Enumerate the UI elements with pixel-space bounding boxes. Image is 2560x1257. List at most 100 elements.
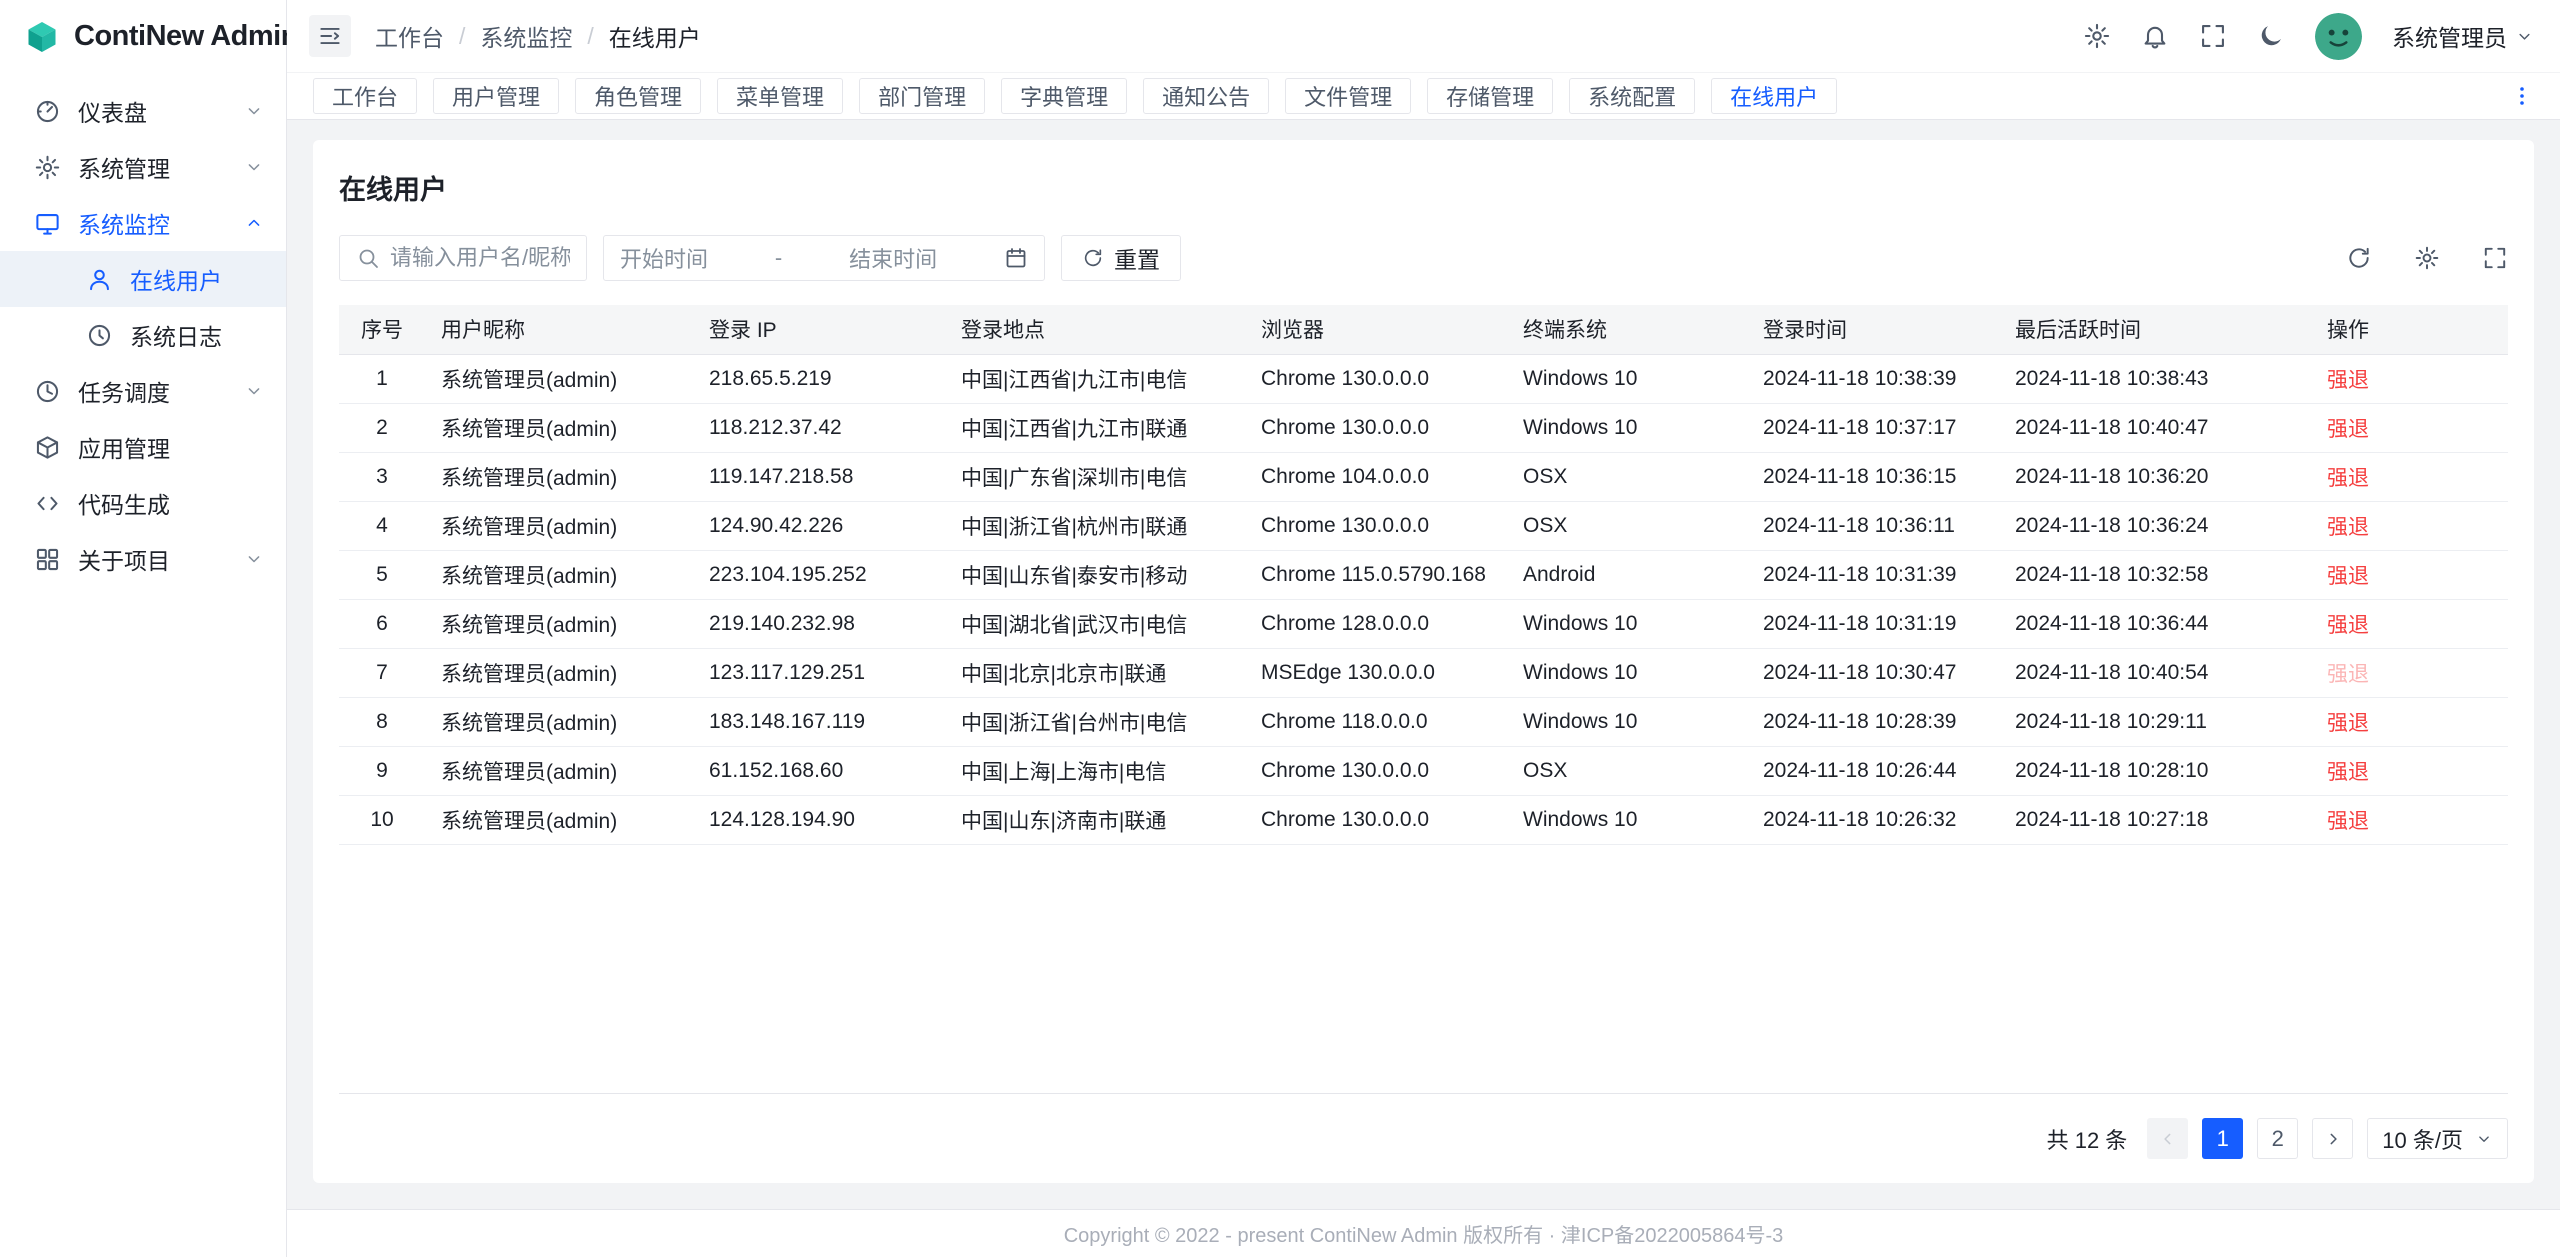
cell-browser: Chrome 130.0.0.0	[1245, 501, 1507, 550]
tab-actions-icon[interactable]	[2510, 84, 2534, 108]
cell-no: 9	[339, 746, 425, 795]
force-logout-link[interactable]: 强退	[2327, 369, 2369, 392]
cell-no: 8	[339, 697, 425, 746]
copyright-text: Copyright © 2022 - present ContiNew Admi…	[1064, 1219, 1784, 1248]
cell-browser: Chrome 104.0.0.0	[1245, 452, 1507, 501]
user-menu[interactable]: 系统管理员	[2392, 19, 2534, 53]
tab-item[interactable]: 菜单管理	[717, 78, 843, 114]
main-content: 在线用户 开始时间 - 结束时间 重置	[287, 120, 2560, 1209]
cell-no: 2	[339, 403, 425, 452]
cell-nickname: 系统管理员(admin)	[425, 452, 693, 501]
online-users-card: 在线用户 开始时间 - 结束时间 重置	[313, 140, 2534, 1183]
sidebar: ContiNew Admin 仪表盘 系统管理 系统监控 在线用户 系统日志 任	[0, 0, 287, 1257]
sidebar-item-about-project[interactable]: 关于项目	[0, 531, 286, 587]
cell-nickname: 系统管理员(admin)	[425, 795, 693, 844]
sidebar-item-system-monitor[interactable]: 系统监控	[0, 195, 286, 251]
cell-login-ip: 124.128.194.90	[693, 795, 945, 844]
force-logout-link[interactable]: 强退	[2327, 614, 2369, 637]
box-icon	[34, 434, 61, 461]
force-logout-link[interactable]: 强退	[2327, 712, 2369, 735]
sidebar-item-code-generation[interactable]: 代码生成	[0, 475, 286, 531]
cell-login-time: 2024-11-18 10:26:44	[1747, 746, 1999, 795]
tab-bar-list: 工作台 用户管理 角色管理 菜单管理 部门管理 字典管理 通知公告 文件管理 存…	[313, 78, 1837, 114]
breadcrumb-item[interactable]: 工作台	[375, 19, 444, 53]
sidebar-item-dashboard[interactable]: 仪表盘	[0, 83, 286, 139]
force-logout-link[interactable]: 强退	[2327, 810, 2369, 833]
notifications-bell-icon[interactable]	[2141, 22, 2169, 50]
force-logout-link[interactable]: 强退	[2327, 761, 2369, 784]
tab-item[interactable]: 角色管理	[575, 78, 701, 114]
table-row: 7 系统管理员(admin) 123.117.129.251 中国|北京|北京市…	[339, 648, 2508, 697]
tab-item[interactable]: 在线用户	[1711, 78, 1837, 114]
cell-os: OSX	[1507, 746, 1747, 795]
tab-item[interactable]: 字典管理	[1001, 78, 1127, 114]
user-avatar[interactable]	[2315, 13, 2362, 60]
page-size-select[interactable]: 10 条/页	[2367, 1118, 2508, 1159]
search-field[interactable]	[390, 245, 570, 271]
pagination-next-button[interactable]	[2312, 1118, 2353, 1159]
tab-item[interactable]: 系统配置	[1569, 78, 1695, 114]
force-logout-link[interactable]: 强退	[2327, 516, 2369, 539]
column-header: 操作	[2311, 305, 2508, 354]
tab-item[interactable]: 部门管理	[859, 78, 985, 114]
sidebar-item-app-management[interactable]: 应用管理	[0, 419, 286, 475]
chevron-down-icon	[244, 157, 264, 177]
brand[interactable]: ContiNew Admin	[0, 0, 286, 73]
force-logout-link[interactable]: 强退	[2327, 418, 2369, 441]
sidebar-item-task-scheduling[interactable]: 任务调度	[0, 363, 286, 419]
column-header: 终端系统	[1507, 305, 1747, 354]
breadcrumb-separator: /	[459, 23, 465, 50]
cell-action: 强退	[2311, 550, 2508, 599]
code-icon	[34, 490, 61, 517]
chevron-down-icon	[2475, 1130, 2493, 1148]
cell-browser: MSEdge 130.0.0.0	[1245, 648, 1507, 697]
cell-login-location: 中国|浙江省|台州市|电信	[945, 697, 1245, 746]
cell-last-active-time: 2024-11-18 10:40:54	[1999, 648, 2311, 697]
table-fullscreen-icon[interactable]	[2482, 245, 2508, 271]
settings-gear-icon[interactable]	[2083, 22, 2111, 50]
cell-os: Windows 10	[1507, 599, 1747, 648]
tab-item[interactable]: 文件管理	[1285, 78, 1411, 114]
cell-nickname: 系统管理员(admin)	[425, 648, 693, 697]
grid-icon	[34, 546, 61, 573]
fullscreen-icon[interactable]	[2199, 22, 2227, 50]
reset-button[interactable]: 重置	[1061, 235, 1181, 281]
sidebar-collapse-button[interactable]	[309, 15, 351, 57]
column-header: 用户昵称	[425, 305, 693, 354]
dark-mode-moon-icon[interactable]	[2257, 22, 2285, 50]
tab-label: 存储管理	[1446, 80, 1534, 112]
date-range-picker[interactable]: 开始时间 - 结束时间	[603, 235, 1045, 281]
sidebar-item-online-users[interactable]: 在线用户	[0, 251, 286, 307]
force-logout-link[interactable]: 强退	[2327, 467, 2369, 490]
cell-os: OSX	[1507, 501, 1747, 550]
tab-item[interactable]: 通知公告	[1143, 78, 1269, 114]
table-body: 1 系统管理员(admin) 218.65.5.219 中国|江西省|九江市|电…	[339, 354, 2508, 844]
force-logout-link[interactable]: 强退	[2327, 663, 2369, 686]
search-input[interactable]	[339, 235, 587, 281]
cell-no: 7	[339, 648, 425, 697]
cell-os: Windows 10	[1507, 697, 1747, 746]
refresh-icon	[1082, 247, 1104, 269]
cell-login-location: 中国|山东|济南市|联通	[945, 795, 1245, 844]
cell-login-location: 中国|山东省|泰安市|移动	[945, 550, 1245, 599]
tab-item[interactable]: 存储管理	[1427, 78, 1553, 114]
table-row: 9 系统管理员(admin) 61.152.168.60 中国|上海|上海市|电…	[339, 746, 2508, 795]
cell-login-ip: 183.148.167.119	[693, 697, 945, 746]
tab-label: 角色管理	[594, 80, 682, 112]
search-icon	[356, 246, 380, 270]
cell-login-time: 2024-11-18 10:36:11	[1747, 501, 1999, 550]
column-settings-gear-icon[interactable]	[2414, 245, 2440, 271]
pagination-prev-button[interactable]	[2147, 1118, 2188, 1159]
breadcrumb-item[interactable]: 系统监控	[480, 19, 572, 53]
sidebar-item-system-logs[interactable]: 系统日志	[0, 307, 286, 363]
pagination-page-1[interactable]: 1	[2202, 1118, 2243, 1159]
sidebar-item-system-management[interactable]: 系统管理	[0, 139, 286, 195]
cell-action: 强退	[2311, 452, 2508, 501]
force-logout-link[interactable]: 强退	[2327, 565, 2369, 588]
tab-item[interactable]: 工作台	[313, 78, 417, 114]
cell-no: 5	[339, 550, 425, 599]
pagination-page-2[interactable]: 2	[2257, 1118, 2298, 1159]
table-row: 6 系统管理员(admin) 219.140.232.98 中国|湖北省|武汉市…	[339, 599, 2508, 648]
tab-item[interactable]: 用户管理	[433, 78, 559, 114]
table-refresh-icon[interactable]	[2346, 245, 2372, 271]
